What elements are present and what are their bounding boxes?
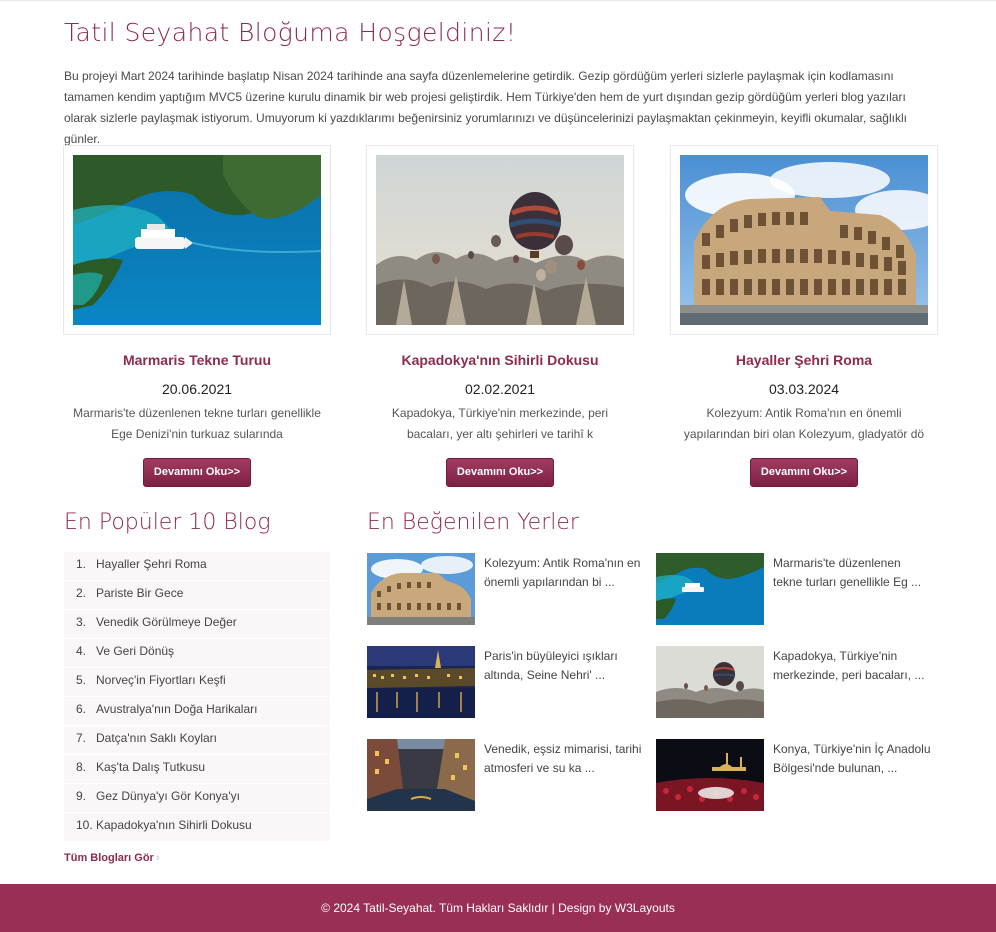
list-item-number: 5. [76, 673, 87, 687]
popular-list-item[interactable]: 9. Gez Dünya'yı Gör Konya'yı [64, 784, 330, 813]
colosseum-thumb [367, 553, 475, 625]
all-blogs-link-label: Tüm Blogları Gör [64, 852, 154, 864]
popular-list-item[interactable]: 6. Avustralya'nın Doğa Harikaları [64, 697, 330, 726]
popular-list-item[interactable]: 2. Pariste Bir Gece [64, 581, 330, 610]
liked-place-item[interactable]: Marmaris'te düzenlenen tekne turları gen… [656, 553, 926, 625]
liked-place-item[interactable]: Kapadokya, Türkiye'nin merkezinde, peri … [656, 646, 926, 718]
popular-list-item[interactable]: 7. Datça'nın Saklı Koyları [64, 726, 330, 755]
liked-place-text: Paris'in büyüleyici ışıkları altında, Se… [484, 649, 618, 682]
liked-section-title: En Beğenilen Yerler [367, 510, 579, 535]
list-item-number: 6. [76, 702, 87, 716]
list-item-label: Kapadokya'nın Sihirli Dokusu [96, 818, 252, 832]
paris-night-thumb [367, 646, 475, 718]
top-divider [0, 0, 996, 1]
liked-place-item[interactable]: Paris'in büyüleyici ışıkları altında, Se… [367, 646, 637, 718]
list-item-number: 1. [76, 557, 87, 571]
liked-place-text: Venedik, eşsiz mimarisi, tarihi atmosfer… [484, 742, 642, 775]
read-more-button[interactable]: Devamını Oku>> [749, 458, 859, 487]
list-item-number: 3. [76, 615, 87, 629]
read-more-button[interactable]: Devamını Oku>> [445, 458, 555, 487]
intro-paragraph: Bu projeyi Mart 2024 tarihinde başlatıp … [64, 69, 907, 146]
list-item-label: Datça'nın Saklı Koyları [96, 731, 218, 745]
list-item-number: 10. [76, 818, 93, 832]
list-item-label: Hayaller Şehri Roma [96, 557, 207, 571]
featured-card: Kapadokya'nın Sihirli Dokusu 02.02.2021 … [366, 145, 634, 487]
list-item-number: 9. [76, 789, 87, 803]
liked-place-text: Kapadokya, Türkiye'nin merkezinde, peri … [773, 649, 925, 682]
popular-list-item[interactable]: 1. Hayaller Şehri Roma [64, 552, 330, 581]
colosseum-image [680, 155, 928, 325]
list-item-number: 8. [76, 760, 87, 774]
list-item-label: Venedik Görülmeye Değer [96, 615, 237, 629]
list-item-number: 4. [76, 644, 87, 658]
featured-image-frame[interactable] [670, 145, 938, 335]
chevron-right-icon: › [155, 852, 160, 864]
featured-image-frame[interactable] [63, 145, 331, 335]
list-item-label: Pariste Bir Gece [96, 586, 184, 600]
read-more-button[interactable]: Devamını Oku>> [142, 458, 252, 487]
footer-copyright: © 2024 Tatil-Seyahat. Tüm Hakları Saklıd… [321, 901, 675, 915]
popular-blog-list: 1. Hayaller Şehri Roma 2. Pariste Bir Gece… [64, 552, 330, 842]
list-item-label: Gez Dünya'yı Gör Konya'yı [96, 789, 240, 803]
featured-card-excerpt: Kapadokya, Türkiye'nin merkezinde, peri … [391, 406, 609, 441]
popular-list-item[interactable]: 8. Kaş'ta Dalış Tutkusu [64, 755, 330, 784]
popular-list-item[interactable]: 3. Venedik Görülmeye Değer [64, 610, 330, 639]
popular-list-item[interactable]: 5. Norveç'in Fiyortları Keşfi [64, 668, 330, 697]
all-blogs-link[interactable]: Tüm Blogları Gör › [64, 852, 160, 864]
featured-card-date: 03.03.2024 [768, 381, 840, 397]
liked-place-item[interactable]: Konya, Türkiye'nin İç Anadolu Bölgesi'nd… [656, 739, 931, 811]
liked-place-text: Kolezyum: Antik Roma'nın en önemli yapıl… [484, 556, 641, 589]
venice-thumb [367, 739, 475, 811]
featured-card-title[interactable]: Kapadokya'nın Sihirli Dokusu [366, 352, 634, 368]
page-title: Tatil Seyahat Bloğuma Hoşgeldiniz! [64, 18, 517, 47]
liked-place-item[interactable]: Venedik, eşsiz mimarisi, tarihi atmosfer… [367, 739, 641, 811]
popular-section-title: En Popüler 10 Blog [64, 510, 271, 535]
list-item-label: Kaş'ta Dalış Tutkusu [96, 760, 206, 774]
popular-list-item[interactable]: 10. Kapadokya'nın Sihirli Dokusu [64, 813, 330, 842]
konya-thumb [656, 739, 764, 811]
list-item-label: Ve Geri Dönüş [96, 644, 175, 658]
featured-card-date: 20.06.2021 [161, 381, 233, 397]
liked-place-item[interactable]: Kolezyum: Antik Roma'nın en önemli yapıl… [367, 553, 640, 625]
liked-place-text: Marmaris'te düzenlenen tekne turları gen… [773, 556, 922, 589]
boat-bay-image [73, 155, 321, 325]
featured-card-date: 02.02.2021 [464, 381, 536, 397]
list-item-label: Norveç'in Fiyortları Keşfi [96, 673, 226, 687]
balloons-thumb [656, 646, 764, 718]
featured-image-frame[interactable] [366, 145, 634, 335]
featured-card: Marmaris Tekne Turuu 20.06.2021 Marmaris… [63, 145, 331, 487]
liked-place-text: Konya, Türkiye'nin İç Anadolu Bölgesi'nd… [773, 742, 931, 775]
featured-card-excerpt: Kolezyum: Antik Roma'nın en önemli yapıl… [683, 406, 925, 441]
site-footer: © 2024 Tatil-Seyahat. Tüm Hakları Saklıd… [0, 884, 996, 932]
list-item-number: 2. [76, 586, 87, 600]
featured-card-excerpt: Marmaris'te düzenlenen tekne turları gen… [73, 406, 321, 441]
popular-list-item[interactable]: 4. Ve Geri Dönüş [64, 639, 330, 668]
featured-card: Hayaller Şehri Roma 03.03.2024 Kolezyum:… [670, 145, 938, 487]
featured-card-title[interactable]: Marmaris Tekne Turuu [63, 352, 331, 368]
balloons-image [376, 155, 624, 325]
list-item-number: 7. [76, 731, 87, 745]
boat-thumb [656, 553, 764, 625]
featured-card-title[interactable]: Hayaller Şehri Roma [670, 352, 938, 368]
list-item-label: Avustralya'nın Doğa Harikaları [96, 702, 258, 716]
